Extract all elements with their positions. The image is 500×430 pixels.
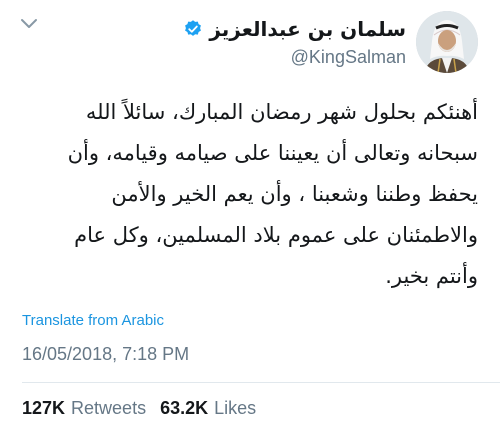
- retweets-count[interactable]: 127K: [22, 398, 65, 419]
- tweet-text: أهنئكم بحلول شهر رمضان المبارك، سائلاً ا…: [67, 100, 478, 288]
- translate-link[interactable]: Translate from Arabic: [22, 312, 164, 329]
- tweet-timestamp[interactable]: 16/05/2018, 7:18 PM: [22, 344, 189, 365]
- likes-label[interactable]: Likes: [214, 398, 256, 419]
- tweet-header: سلمان بن عبدالعزيز @KingSalman: [183, 6, 478, 78]
- tweet-detail: سلمان بن عبدالعزيز @KingSalman أهنئكم بح…: [0, 0, 500, 430]
- verified-badge-icon: [185, 19, 202, 36]
- author-handle[interactable]: @KingSalman: [291, 47, 406, 68]
- likes-count[interactable]: 63.2K: [160, 398, 208, 419]
- tweet-stats: 127K Retweets 63.2K Likes: [22, 398, 270, 419]
- avatar-portrait-icon[interactable]: [416, 11, 478, 73]
- author-display-name[interactable]: سلمان بن عبدالعزيز: [209, 17, 406, 41]
- retweets-label[interactable]: Retweets: [71, 398, 146, 419]
- divider: [22, 382, 500, 383]
- chevron-down-icon[interactable]: [20, 18, 38, 30]
- author-names: سلمان بن عبدالعزيز @KingSalman: [183, 17, 406, 68]
- display-name-row[interactable]: سلمان بن عبدالعزيز: [183, 17, 406, 41]
